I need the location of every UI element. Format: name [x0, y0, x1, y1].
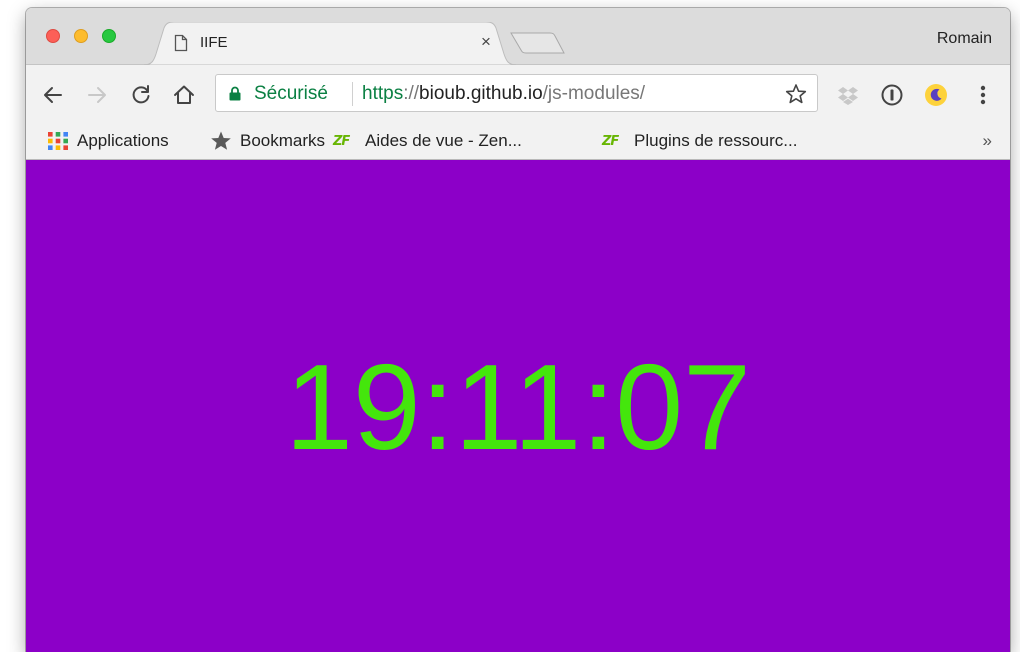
address-divider — [352, 82, 353, 106]
window-close-button[interactable] — [46, 29, 60, 43]
bookmark-bookmarks-folder[interactable]: Bookmarks — [210, 130, 325, 152]
bookmark-plugins-de-ressources[interactable]: ZF Plugins de ressourc... — [602, 130, 797, 152]
bookmark-label: Aides de vue - Zen... — [365, 131, 522, 150]
more-menu-icon[interactable] — [971, 83, 995, 107]
reload-icon[interactable] — [128, 82, 154, 108]
url-host: bioub.github.io — [419, 83, 543, 104]
bookmark-label: Applications — [77, 131, 169, 150]
tab-close-button[interactable]: × — [476, 32, 496, 52]
url-path: /js-modules/ — [542, 83, 646, 104]
1password-extension-icon[interactable] — [880, 83, 904, 107]
zend-framework-icon: ZF — [333, 133, 350, 149]
url-text[interactable]: https://bioub.github.io/js-modules/ — [362, 83, 645, 105]
window-minimize-button[interactable] — [74, 29, 88, 43]
page-content: 19:11:07 — [26, 160, 1010, 652]
tab-title: IIFE — [200, 34, 228, 51]
browser-window: IIFE × Romain Sécurisé https://bioub.git… — [26, 8, 1010, 652]
bookmark-label: Plugins de ressourc... — [634, 131, 798, 150]
tab-strip: IIFE × Romain — [26, 8, 1010, 65]
dropbox-extension-icon[interactable] — [836, 83, 860, 107]
new-tab-button[interactable] — [510, 32, 566, 54]
window-maximize-button[interactable] — [102, 29, 116, 43]
address-bar[interactable]: Sécurisé https://bioub.github.io/js-modu… — [215, 74, 818, 112]
clock-display: 19:11:07 — [285, 339, 751, 475]
url-separator: :// — [403, 83, 420, 104]
secure-label[interactable]: Sécurisé — [254, 83, 328, 105]
bookmark-label: Bookmarks — [240, 131, 326, 150]
bookmark-applications[interactable]: Applications — [47, 130, 169, 152]
bookmark-star-icon[interactable] — [785, 83, 807, 105]
zend-framework-icon: ZF — [602, 133, 619, 149]
night-mode-extension-icon[interactable] — [924, 83, 948, 107]
star-icon — [211, 131, 231, 150]
url-scheme: https — [362, 83, 404, 104]
back-arrow-icon[interactable] — [40, 82, 66, 108]
toolbar: Sécurisé https://bioub.github.io/js-modu… — [26, 65, 1010, 123]
tab-iife[interactable]: IIFE × — [144, 22, 516, 65]
home-icon[interactable] — [171, 82, 197, 108]
bookmark-aides-de-vue[interactable]: ZF Aides de vue - Zen... — [333, 130, 522, 152]
forward-arrow-icon[interactable] — [84, 82, 110, 108]
profile-name[interactable]: Romain — [937, 30, 992, 48]
apps-grid-icon — [48, 132, 68, 150]
bookmarks-overflow-button[interactable]: » — [983, 131, 992, 151]
bookmarks-bar: Applications Bookmarks ZF Aides de vue -… — [26, 123, 1010, 160]
lock-icon[interactable] — [229, 86, 241, 101]
document-icon — [174, 34, 188, 52]
